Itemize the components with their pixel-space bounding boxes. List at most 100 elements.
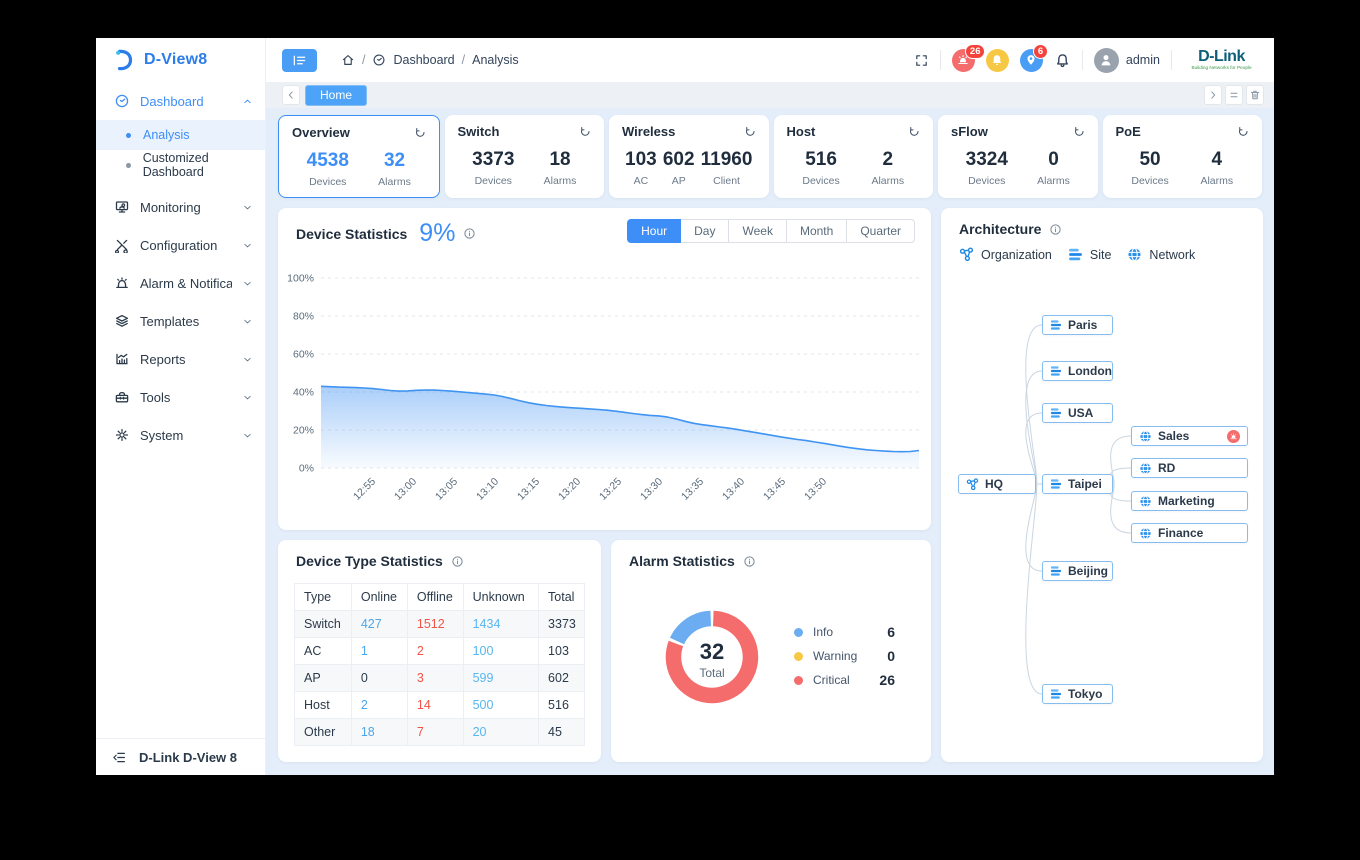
card-stat-value: 18: [544, 149, 577, 171]
svg-text:13:10: 13:10: [474, 476, 501, 503]
refresh-icon[interactable]: [744, 124, 757, 137]
card-title: Host: [787, 124, 921, 139]
sidebar-item-tools[interactable]: Tools: [96, 378, 265, 416]
svg-text:40%: 40%: [293, 387, 314, 399]
alarm-legend-critical[interactable]: Critical26: [794, 668, 895, 692]
breadcrumb-dashboard[interactable]: Dashboard: [393, 53, 454, 67]
sidebar-footer-collapse[interactable]: D-Link D-View 8: [96, 738, 265, 775]
sidebar-item-monitoring[interactable]: Monitoring: [96, 188, 265, 226]
sidebar-item-system[interactable]: System: [96, 416, 265, 454]
tree-node-sales[interactable]: Sales: [1131, 426, 1248, 446]
card-stat-label: Alarms: [1200, 175, 1233, 187]
tab-home[interactable]: Home: [305, 85, 367, 106]
tree-node-london[interactable]: London: [1042, 361, 1113, 381]
range-tab-quarter[interactable]: Quarter: [846, 219, 915, 243]
range-tab-day[interactable]: Day: [680, 219, 729, 243]
alarm-siren-icon[interactable]: 26: [952, 49, 975, 72]
dashboard-content: Overview4538Devices32AlarmsSwitch3373Dev…: [266, 108, 1274, 775]
svg-text:13:40: 13:40: [720, 476, 747, 503]
range-tab-hour[interactable]: Hour: [627, 219, 681, 243]
tree-node-label: Sales: [1158, 429, 1189, 443]
legend-label: Warning: [813, 649, 871, 663]
table-cell: 500: [463, 692, 538, 719]
legend-dot-icon: [794, 652, 803, 661]
svg-text:13:15: 13:15: [515, 476, 542, 503]
card-stat-label: AP: [663, 175, 695, 187]
site-icon: [1050, 565, 1062, 577]
table-header-total: Total: [539, 584, 585, 611]
refresh-icon[interactable]: [1073, 124, 1086, 137]
bell-icon[interactable]: [986, 49, 1009, 72]
alarm-legend-info[interactable]: Info6: [794, 620, 895, 644]
tree-node-marketing[interactable]: Marketing: [1131, 491, 1248, 511]
tree-node-taipei[interactable]: Taipei: [1042, 474, 1113, 494]
sidebar-item-configuration[interactable]: Configuration: [96, 226, 265, 264]
tree-node-usa[interactable]: USA: [1042, 403, 1113, 423]
refresh-icon[interactable]: [579, 124, 592, 137]
divider: [1082, 50, 1083, 70]
refresh-icon[interactable]: [908, 124, 921, 137]
sidebar-item-reports[interactable]: Reports: [96, 340, 265, 378]
card-title: Switch: [458, 124, 592, 139]
card-stat-value: 50: [1131, 149, 1168, 171]
fullscreen-icon[interactable]: [914, 53, 929, 68]
svg-text:32: 32: [700, 639, 724, 664]
tab-scroll-right-button[interactable]: [1204, 85, 1222, 105]
table-cell: AP: [295, 665, 352, 692]
chevron-down-icon: [242, 316, 253, 327]
card-stat-label: Devices: [802, 175, 839, 187]
tree-node-beijing[interactable]: Beijing: [1042, 561, 1113, 581]
tab-scroll-left-button[interactable]: [282, 85, 300, 105]
sidebar-subitem-analysis[interactable]: Analysis: [96, 120, 265, 150]
home-icon[interactable]: [341, 53, 355, 67]
user-menu[interactable]: admin: [1094, 48, 1160, 73]
range-tab-month[interactable]: Month: [786, 219, 847, 243]
app-logo[interactable]: D-View8: [96, 38, 265, 82]
refresh-icon[interactable]: [1237, 124, 1250, 137]
breadcrumb: / Dashboard / Analysis: [341, 53, 519, 67]
sidebar-item-dashboard[interactable]: Dashboard: [96, 82, 265, 120]
summary-card-sflow[interactable]: sFlow3324Devices0Alarms: [938, 115, 1098, 198]
wrench-tools-icon: [114, 237, 130, 253]
refresh-icon[interactable]: [414, 125, 427, 138]
svg-text:13:50: 13:50: [802, 476, 829, 503]
table-cell: Switch: [295, 611, 352, 638]
sidebar-subitem-customized-dashboard[interactable]: Customized Dashboard: [96, 150, 265, 180]
organization-icon: [966, 478, 979, 491]
sidebar-item-templates[interactable]: Templates: [96, 302, 265, 340]
summary-card-poe[interactable]: PoE50Devices4Alarms: [1103, 115, 1263, 198]
card-stat-value: 3324: [966, 149, 1008, 171]
main-area: / Dashboard / Analysis 26 6 admin: [266, 38, 1274, 775]
svg-text:100%: 100%: [287, 273, 314, 285]
alarm-badge-icon: [1227, 430, 1240, 443]
info-icon[interactable]: [463, 227, 476, 240]
close-tabs-trash-button[interactable]: [1246, 85, 1264, 105]
site-icon: [1050, 319, 1062, 331]
sidebar-item-alarm-notification[interactable]: Alarm & Notification: [96, 264, 265, 302]
tree-node-rd[interactable]: RD: [1131, 458, 1248, 478]
site-icon: [1050, 407, 1062, 419]
card-stat-value: 0: [1037, 149, 1070, 171]
table-cell: 1434: [463, 611, 538, 638]
tree-node-paris[interactable]: Paris: [1042, 315, 1113, 335]
network-icon: [1139, 527, 1152, 540]
bullet-icon: [126, 133, 131, 138]
bell-outline-icon[interactable]: [1054, 52, 1071, 69]
tree-node-finance[interactable]: Finance: [1131, 523, 1248, 543]
info-icon[interactable]: [451, 555, 464, 568]
summary-card-overview[interactable]: Overview4538Devices32Alarms: [278, 115, 440, 198]
layers-icon: [114, 313, 130, 329]
report-chart-icon: [114, 351, 130, 367]
summary-card-switch[interactable]: Switch3373Devices18Alarms: [445, 115, 605, 198]
tree-node-tokyo[interactable]: Tokyo: [1042, 684, 1113, 704]
location-pin-icon[interactable]: 6: [1020, 49, 1043, 72]
summary-card-host[interactable]: Host516Devices2Alarms: [774, 115, 934, 198]
range-tab-week[interactable]: Week: [728, 219, 786, 243]
tab-list-button[interactable]: [1225, 85, 1243, 105]
tree-node-hq[interactable]: HQ: [958, 474, 1036, 494]
summary-card-wireless[interactable]: Wireless103AC602AP11960Client: [609, 115, 769, 198]
gauge-icon: [114, 93, 130, 109]
menu-toggle-button[interactable]: [282, 49, 317, 72]
alarm-legend-warning[interactable]: Warning0: [794, 644, 895, 668]
network-icon: [1139, 430, 1152, 443]
